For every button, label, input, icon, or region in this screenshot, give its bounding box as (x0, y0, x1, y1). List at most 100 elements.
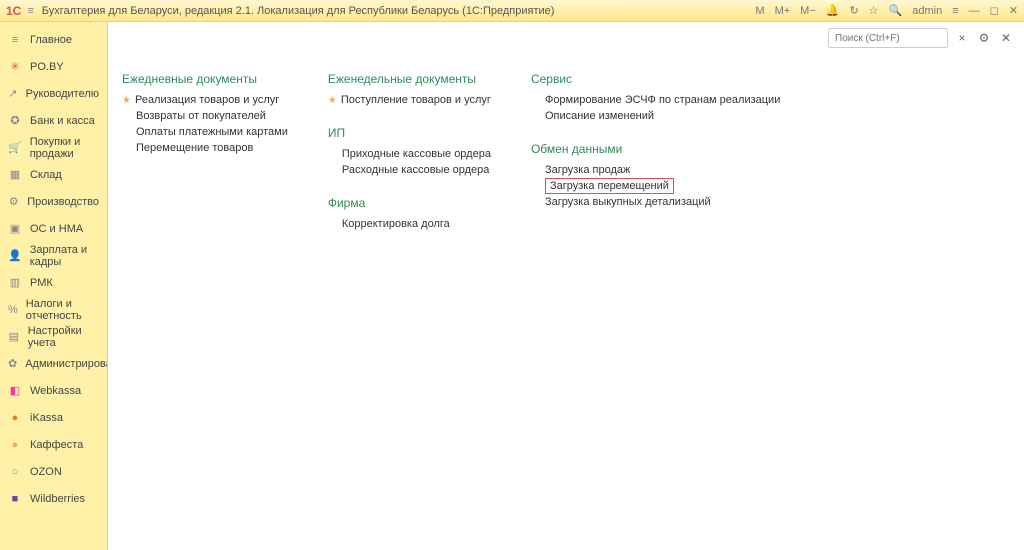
sidebar-label: PO.BY (30, 61, 64, 73)
sidebar-item[interactable]: ↗ Руководителю (0, 80, 107, 107)
group-title[interactable]: Еженедельные документы (328, 72, 491, 86)
menu-link[interactable]: Расходные кассовые ордера (328, 162, 491, 178)
content-columns: Ежедневные документы Реализация товаров и… (122, 72, 1010, 232)
sidebar-icon: 🛒 (8, 141, 22, 155)
sidebar-icon: ■ (8, 492, 22, 506)
sidebar-label: ОС и НМА (30, 223, 83, 235)
group-title[interactable]: ИП (328, 126, 491, 140)
maximize-icon[interactable]: ◻ (990, 4, 999, 17)
menu-link[interactable]: Загрузка продаж (531, 162, 780, 178)
menu-link[interactable]: Реализация товаров и услуг (122, 92, 288, 108)
sidebar-icon: % (8, 303, 18, 317)
sidebar-item[interactable]: ◧ Webkassa (0, 377, 107, 404)
sidebar-label: Покупки и продажи (30, 136, 99, 160)
sidebar-label: Каффеста (30, 439, 83, 451)
sidebar-item[interactable]: ✪ Банк и касса (0, 107, 107, 134)
group-title[interactable]: Фирма (328, 196, 491, 210)
titlebar-right: M M+ M− 🔔 ↻ ☆ 🔍 admin ≡ — ◻ ✕ (755, 4, 1018, 17)
sidebar-icon: ▥ (8, 276, 22, 290)
column: Еженедельные документы Поступление товаро… (328, 72, 491, 232)
sidebar-label: OZON (30, 466, 62, 478)
sidebar-item[interactable]: 🛒 Покупки и продажи (0, 134, 107, 161)
sidebar-item[interactable]: ▣ ОС и НМА (0, 215, 107, 242)
menu-link[interactable]: Загрузка перемещений (545, 178, 674, 194)
close-icon[interactable]: ✕ (1009, 4, 1018, 17)
search-clear[interactable]: × (954, 30, 970, 46)
menu-link[interactable]: Корректировка долга (328, 216, 491, 232)
app-logo: 1С (6, 4, 21, 18)
window-title: Бухгалтерия для Беларуси, редакция 2.1. … (42, 5, 756, 17)
search-input[interactable] (828, 28, 948, 48)
sidebar-label: Производство (27, 196, 99, 208)
column: Ежедневные документы Реализация товаров и… (122, 72, 288, 232)
top-toolbar: × ⚙ ✕ (828, 28, 1014, 48)
sidebar-label: Налоги и отчетность (26, 298, 99, 322)
gear-icon[interactable]: ⚙ (976, 30, 992, 46)
sidebar-label: Главное (30, 34, 72, 46)
sidebar-item[interactable]: ⚙Производство (0, 188, 107, 215)
sidebar-icon: ▣ (8, 222, 22, 236)
memory-m[interactable]: M (755, 5, 764, 17)
sidebar-item[interactable]: ● iKassa (0, 404, 107, 431)
sidebar-label: Администрирование (25, 358, 108, 370)
menu-link[interactable]: Возвраты от покупателей (122, 108, 288, 124)
sidebar: ≡ Главное ✳ PO.BY ↗ Руководителю ✪ Банк и касса… (0, 22, 108, 550)
star-icon[interactable]: ☆ (869, 4, 879, 17)
bell-icon[interactable]: 🔔 (826, 4, 840, 17)
sidebar-label: Wildberries (30, 493, 85, 505)
sidebar-item[interactable]: ▥ РМК (0, 269, 107, 296)
minimize-icon[interactable]: — (969, 5, 980, 17)
main-area: × ⚙ ✕ Ежедневные документы Реализация тов… (108, 22, 1024, 550)
sidebar-item[interactable]: % Налоги и отчетность (0, 296, 107, 323)
sidebar-item[interactable]: ▦ Склад (0, 161, 107, 188)
sidebar-icon: ○ (8, 465, 22, 479)
sidebar-item[interactable]: 👤 Зарплата и кадры (0, 242, 107, 269)
sidebar-item[interactable]: ■ Wildberries (0, 485, 107, 512)
sidebar-item[interactable]: ● Каффеста (0, 431, 107, 458)
sidebar-icon: ✳ (8, 60, 22, 74)
memory-mplus[interactable]: M+ (775, 5, 791, 17)
hamburger-icon[interactable]: ≡ (27, 5, 33, 17)
sidebar-icon: ✪ (8, 114, 22, 128)
titlebar: 1С ≡ Бухгалтерия для Беларуси, редакция … (0, 0, 1024, 22)
menu-link[interactable]: Формирование ЭСЧФ по странам реализации (531, 92, 780, 108)
user-label[interactable]: admin (912, 5, 942, 17)
history-icon[interactable]: ↻ (849, 4, 858, 17)
sidebar-icon: 👤 (8, 249, 22, 263)
sidebar-label: Руководителю (26, 88, 99, 100)
sidebar-label: Склад (30, 169, 62, 181)
column: Сервис Формирование ЭСЧФ по странам реали… (531, 72, 780, 232)
group-title[interactable]: Сервис (531, 72, 780, 86)
group-title[interactable]: Ежедневные документы (122, 72, 288, 86)
memory-mminus[interactable]: M− (800, 5, 816, 17)
sidebar-item[interactable]: ✿ Администрирование (0, 350, 107, 377)
search-icon[interactable]: 🔍 (889, 4, 903, 17)
sidebar-item[interactable]: ○ OZON (0, 458, 107, 485)
sidebar-icon: ≡ (8, 33, 22, 47)
settings-icon[interactable]: ≡ (952, 5, 958, 17)
sidebar-item[interactable]: ▤ Настройки учета (0, 323, 107, 350)
menu-link[interactable]: Перемещение товаров (122, 140, 288, 156)
menu-link[interactable]: Поступление товаров и услуг (328, 92, 491, 108)
group-title[interactable]: Обмен данными (531, 142, 780, 156)
menu-link[interactable]: Загрузка выкупных детализаций (531, 194, 780, 210)
menu-link[interactable]: Оплаты платежными картами (122, 124, 288, 140)
sidebar-icon: ↗ (8, 87, 18, 101)
sidebar-item[interactable]: ≡ Главное (0, 26, 107, 53)
sidebar-label: iKassa (30, 412, 63, 424)
sidebar-label: Настройки учета (28, 325, 99, 349)
sidebar-icon: ▦ (8, 168, 22, 182)
sidebar-icon: ◧ (8, 384, 22, 398)
sidebar-label: РМК (30, 277, 53, 289)
sidebar-label: Зарплата и кадры (30, 244, 99, 268)
sidebar-icon: ✿ (8, 357, 17, 371)
sidebar-icon: ▤ (8, 330, 20, 344)
sidebar-label: Webkassa (30, 385, 81, 397)
sidebar-item[interactable]: ✳ PO.BY (0, 53, 107, 80)
panel-close-icon[interactable]: ✕ (998, 30, 1014, 46)
sidebar-icon: ● (8, 411, 22, 425)
sidebar-label: Банк и касса (30, 115, 95, 127)
menu-link[interactable]: Описание изменений (531, 108, 780, 124)
sidebar-icon: ● (8, 438, 22, 452)
menu-link[interactable]: Приходные кассовые ордера (328, 146, 491, 162)
